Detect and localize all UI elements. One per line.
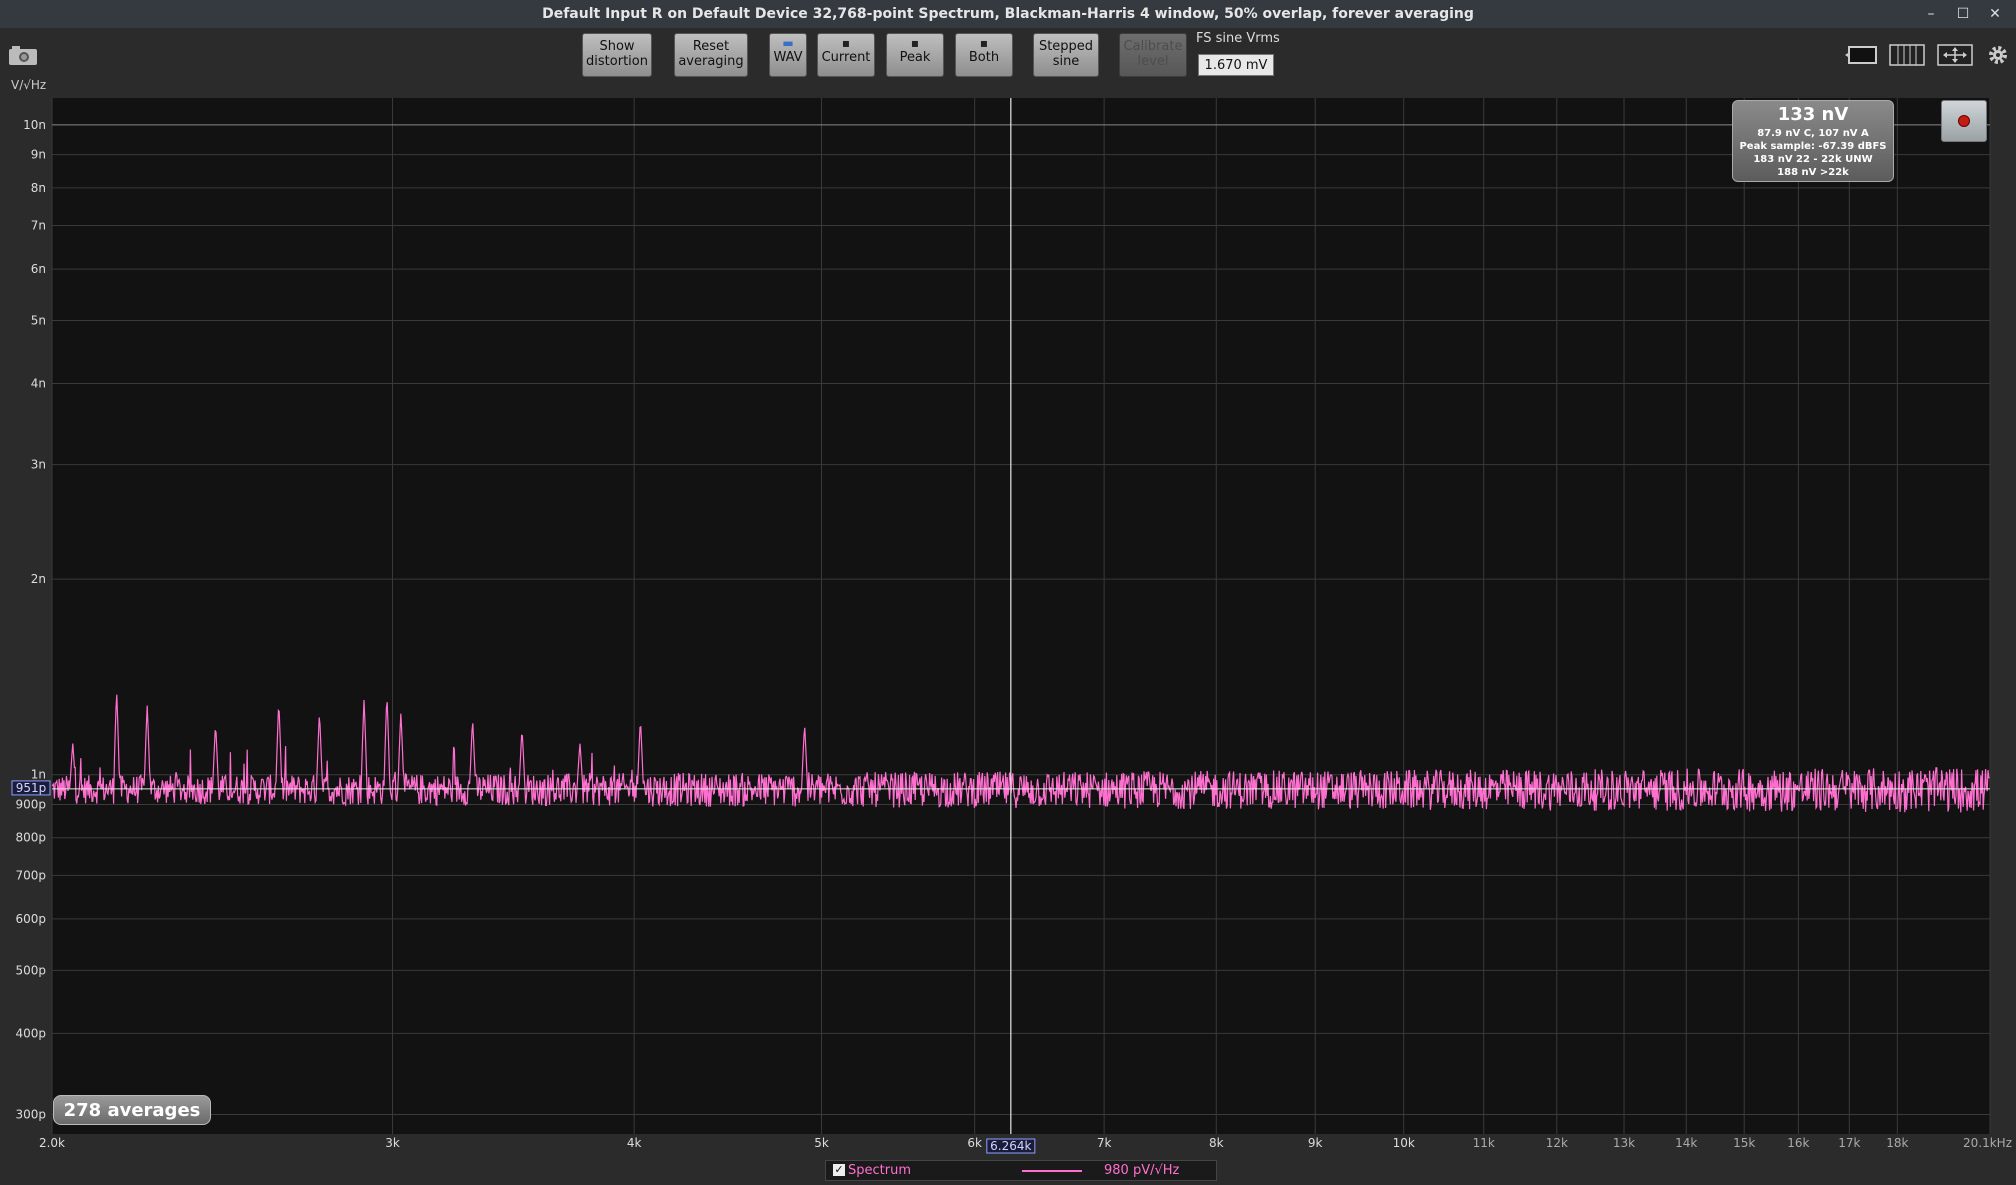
x-tick-label: 13k bbox=[1613, 1136, 1635, 1150]
y-tick-label: 1n bbox=[31, 768, 46, 782]
x-tick-label: 2.0k bbox=[39, 1136, 65, 1150]
y-tick-label: 300p bbox=[15, 1108, 46, 1122]
wav-button[interactable]: ▬ WAV bbox=[769, 33, 807, 77]
summary-main-value: 133 nV bbox=[1777, 104, 1849, 125]
record-button[interactable] bbox=[1941, 100, 1987, 142]
spectrum-chart[interactable]: 2.0k 3k 4k 5k 6k 7k 8k 9k 10k 11k 12k 13k 14k 15k 16k 1… bbox=[0, 98, 2016, 1158]
x-tick-label: 15k bbox=[1733, 1136, 1755, 1150]
plot-background bbox=[52, 98, 1990, 1134]
show-distortion-button[interactable]: Show distortion bbox=[582, 33, 652, 77]
x-tick-label: 8k bbox=[1209, 1136, 1224, 1150]
legend-value: 980 pV/√Hz bbox=[1104, 1163, 1180, 1178]
x-tick-label: 16k bbox=[1787, 1136, 1809, 1150]
calibrate-level-button[interactable]: Calibrate level bbox=[1119, 33, 1187, 77]
y-tick-label: 9n bbox=[31, 148, 46, 162]
y-tick-label: 600p bbox=[15, 912, 46, 926]
window-title: Default Input R on Default Device 32,768… bbox=[0, 0, 2016, 28]
x-tick-label: 5k bbox=[814, 1136, 829, 1150]
x-tick-label: 11k bbox=[1473, 1136, 1495, 1150]
floppy-icon: ▪ bbox=[841, 36, 851, 50]
x-tick-label: 20.1kHz bbox=[1963, 1136, 2012, 1150]
fit-view-icon[interactable] bbox=[1936, 42, 1974, 68]
averages-badge: 278 averages bbox=[53, 1095, 211, 1125]
settings-gear-icon[interactable] bbox=[1985, 42, 2011, 68]
save-current-button[interactable]: ▪ Current bbox=[817, 33, 875, 77]
y-tick-label: 500p bbox=[15, 963, 46, 977]
y-tick-label: 8n bbox=[31, 181, 46, 195]
multi-view-icon[interactable] bbox=[1888, 42, 1926, 68]
x-tick-label: 4k bbox=[627, 1136, 642, 1150]
x-tick-label: 6k bbox=[967, 1136, 982, 1150]
y-tick-label: 800p bbox=[15, 831, 46, 845]
y-tick-label: 2n bbox=[31, 572, 46, 586]
cursor-x-readout: 6.264k bbox=[990, 1139, 1031, 1153]
camera-icon[interactable] bbox=[8, 44, 38, 66]
y-tick-label: 5n bbox=[31, 314, 46, 328]
y-tick-label: 7n bbox=[31, 219, 46, 233]
cursor-y-readout: 951p bbox=[16, 781, 47, 795]
fs-sine-label: FS sine Vrms bbox=[1196, 31, 1280, 46]
legend: ✓ Spectrum 980 pV/√Hz bbox=[825, 1160, 1217, 1181]
stepped-sine-button[interactable]: Stepped sine bbox=[1033, 33, 1099, 77]
save-both-button[interactable]: ▪ Both bbox=[955, 33, 1013, 77]
x-tick-label: 12k bbox=[1546, 1136, 1568, 1150]
spectrum-checkbox[interactable]: ✓ bbox=[833, 1164, 845, 1176]
summary-line-2: Peak sample: -67.39 dBFS bbox=[1739, 141, 1887, 152]
floppy-icon: ▪ bbox=[910, 36, 920, 50]
spectrum-plot-area[interactable]: 2.0k 3k 4k 5k 6k 7k 8k 9k 10k 11k 12k 13k 14k 15k 16k 1… bbox=[0, 98, 2016, 1158]
y-units-label: V/√Hz bbox=[11, 78, 47, 92]
maximize-icon[interactable]: ☐ bbox=[1948, 0, 1978, 28]
record-icon bbox=[1958, 115, 1970, 127]
y-tick-label: 4n bbox=[31, 376, 46, 390]
y-tick-label: 3n bbox=[31, 458, 46, 472]
x-tick-label: 10k bbox=[1393, 1136, 1415, 1150]
summary-line-3: 183 nV 22 - 22k UNW bbox=[1753, 154, 1873, 165]
y-tick-label: 700p bbox=[15, 868, 46, 882]
x-tick-label: 18k bbox=[1886, 1136, 1908, 1150]
x-tick-label: 7k bbox=[1097, 1136, 1112, 1150]
folder-icon: ▬ bbox=[782, 36, 794, 50]
x-tick-label: 3k bbox=[385, 1136, 400, 1150]
minimize-icon[interactable]: – bbox=[1916, 0, 1946, 28]
close-icon[interactable]: ✕ bbox=[1980, 0, 2010, 28]
y-tick-label: 900p bbox=[15, 797, 46, 811]
summary-line-1: 87.9 nV C, 107 nV A bbox=[1757, 128, 1869, 139]
reset-averaging-button[interactable]: Reset averaging bbox=[674, 33, 748, 77]
summary-readout: 133 nV 87.9 nV C, 107 nV A Peak sample: … bbox=[1732, 100, 1894, 182]
floppy-icon: ▪ bbox=[979, 36, 989, 50]
legend-series-name: Spectrum bbox=[848, 1163, 911, 1178]
y-tick-label: 400p bbox=[15, 1026, 46, 1040]
save-peak-button[interactable]: ▪ Peak bbox=[886, 33, 944, 77]
single-view-icon[interactable] bbox=[1844, 42, 1878, 68]
y-tick-label: 10n bbox=[23, 118, 46, 132]
x-tick-label: 9k bbox=[1308, 1136, 1323, 1150]
summary-line-4: 188 nV >22k bbox=[1777, 167, 1849, 178]
fs-sine-input[interactable]: 1.670 mV bbox=[1198, 54, 1274, 76]
x-tick-label: 17k bbox=[1838, 1136, 1860, 1150]
y-tick-label: 6n bbox=[31, 262, 46, 276]
legend-line-swatch bbox=[1022, 1170, 1082, 1172]
x-tick-label: 14k bbox=[1675, 1136, 1697, 1150]
